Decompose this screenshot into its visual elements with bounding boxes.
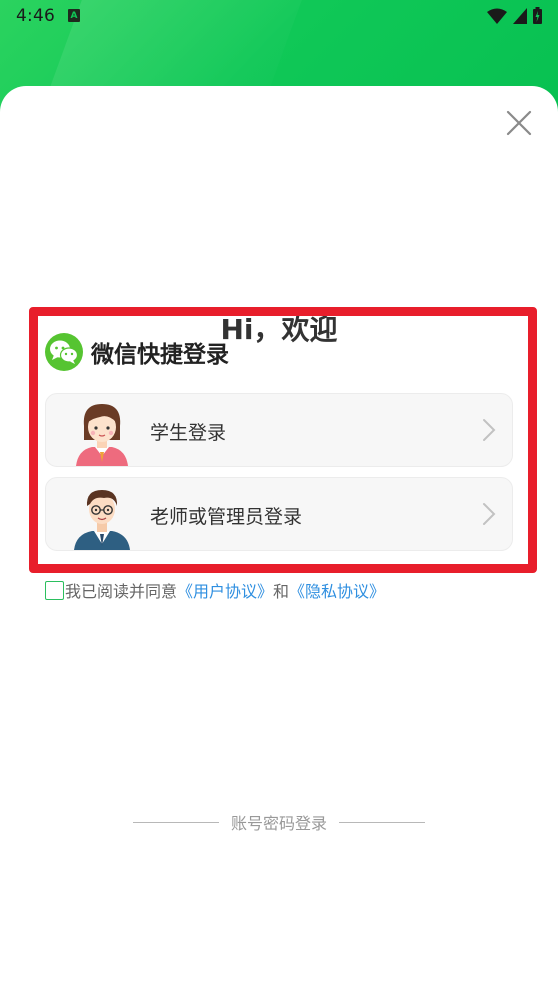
agreement-conjunction: 和 — [273, 582, 290, 601]
user-agreement-link[interactable]: 《用户协议》 — [177, 578, 273, 602]
divider-left — [132, 821, 219, 823]
battery-icon — [533, 7, 542, 24]
status-bar: 4:46 A — [0, 0, 558, 32]
status-time: 4:46 — [16, 6, 55, 26]
wechat-icon — [45, 333, 83, 371]
teacher-admin-login-button[interactable]: 老师或管理员登录 — [45, 477, 513, 551]
wechat-login-title: 微信快捷登录 — [91, 342, 229, 368]
status-icons — [487, 7, 542, 24]
student-login-label: 学生登录 — [150, 422, 227, 444]
agreement-checkbox[interactable] — [45, 580, 64, 600]
signal-icon — [513, 7, 527, 24]
password-login-link[interactable]: 账号密码登录 — [231, 810, 327, 834]
teacher-avatar-icon — [74, 490, 130, 550]
wechat-login-header: 微信快捷登录 — [45, 333, 229, 371]
notification-icon: A — [68, 9, 80, 22]
divider-right — [339, 821, 425, 823]
chevron-right-icon — [483, 419, 496, 441]
privacy-agreement-link[interactable]: 《隐私协议》 — [289, 578, 385, 602]
chevron-right-icon — [483, 503, 496, 525]
wifi-icon — [487, 8, 507, 24]
teacher-admin-login-label: 老师或管理员登录 — [150, 506, 303, 528]
student-avatar-icon — [76, 404, 128, 466]
close-icon[interactable] — [506, 110, 532, 136]
agreement-row: 我已阅读并同意 《用户协议》 和 《隐私协议》 — [45, 578, 385, 602]
student-login-button[interactable]: 学生登录 — [45, 393, 513, 467]
alt-login-row: 账号密码登录 — [0, 810, 558, 834]
agreement-text: 我已阅读并同意 — [65, 582, 178, 601]
